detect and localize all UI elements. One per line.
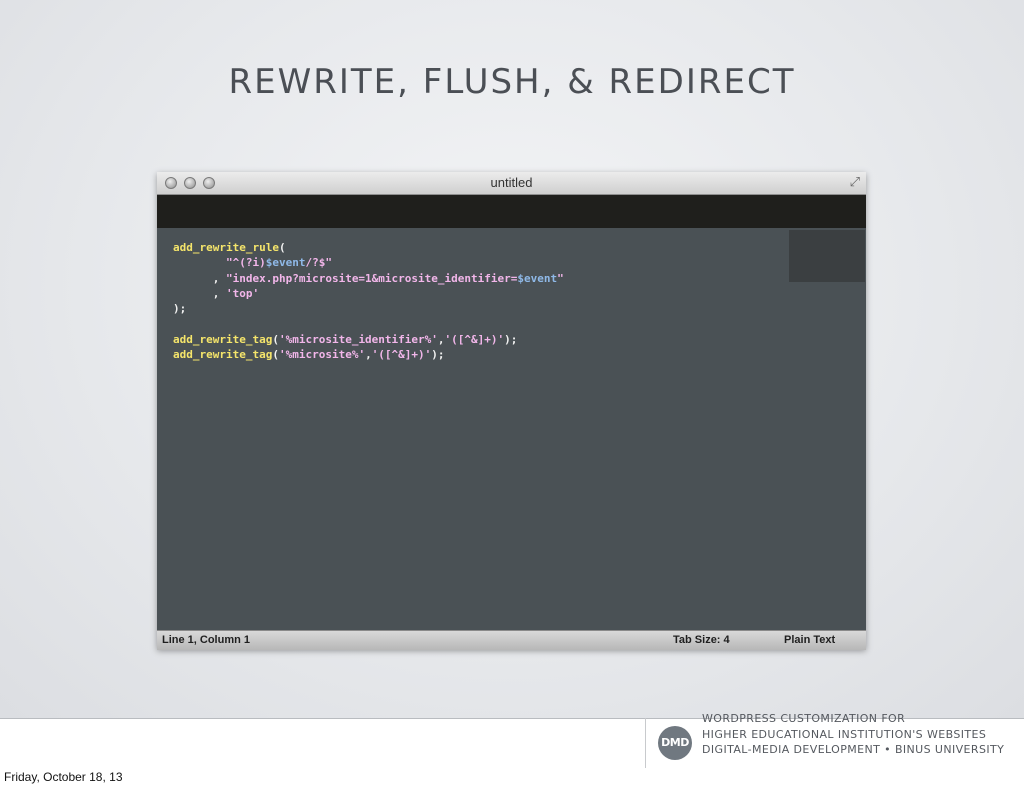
slide-title: Rewrite, Flush, & Redirect (228, 62, 796, 102)
fullscreen-icon[interactable]: ⤢ (850, 175, 860, 190)
tab-bar[interactable] (157, 195, 866, 228)
code-variable: $event (265, 256, 306, 270)
code-string: "index.php?microsite=1&microsite_identif… (225, 271, 518, 285)
footer-caption: WordPress Customization for Higher Educa… (702, 711, 1004, 758)
syntax-selector[interactable]: Plain Text (784, 634, 835, 646)
dmd-logo: DMD (658, 726, 692, 760)
slide-date: Friday, October 18, 13 (4, 770, 123, 784)
code-string: '%microsite%' (278, 348, 366, 362)
code-string: '([^&]+)' (444, 332, 505, 346)
code-function: add_rewrite_tag (173, 348, 273, 362)
cursor-position: Line 1, Column 1 (162, 634, 251, 646)
window-titlebar[interactable]: untitled ⤢ (157, 172, 866, 195)
footer-line-2: Higher Educational Institution's Website… (702, 727, 987, 741)
code-string: '([^&]+)' (371, 348, 432, 362)
code-string: " (557, 271, 564, 285)
footer-line-1: WordPress Customization for (702, 712, 906, 725)
code-line: ); (173, 302, 187, 316)
footer-line-3: Digital-Media Development • Binus Univer… (702, 743, 1005, 756)
tab-size-selector[interactable]: Tab Size: 4 (673, 634, 730, 646)
code-editor[interactable]: add_rewrite_rule( "^(?i)$event/?$" , "in… (157, 228, 866, 630)
code-variable: $event (517, 271, 558, 285)
code-string: /?$" (305, 256, 332, 270)
code-function: add_rewrite_rule (173, 241, 279, 254)
code-string: 'top' (225, 286, 260, 300)
code-string: '%microsite_identifier%' (278, 332, 438, 346)
editor-window[interactable]: untitled ⤢ add_rewrite_rule( "^(?i)$even… (157, 172, 866, 650)
window-title: untitled (490, 175, 533, 190)
code-content[interactable]: add_rewrite_rule( "^(?i)$event/?$" , "in… (173, 240, 564, 362)
status-bar: Line 1, Column 1 Tab Size: 4 Plain Text (157, 630, 866, 650)
code-paren: ( (278, 241, 286, 254)
minimap[interactable] (789, 230, 865, 282)
code-string: "^(?i) (225, 256, 266, 270)
code-function: add_rewrite_tag (173, 332, 273, 346)
slide-canvas: Rewrite, Flush, & Redirect untitled ⤢ ad… (0, 0, 1024, 719)
